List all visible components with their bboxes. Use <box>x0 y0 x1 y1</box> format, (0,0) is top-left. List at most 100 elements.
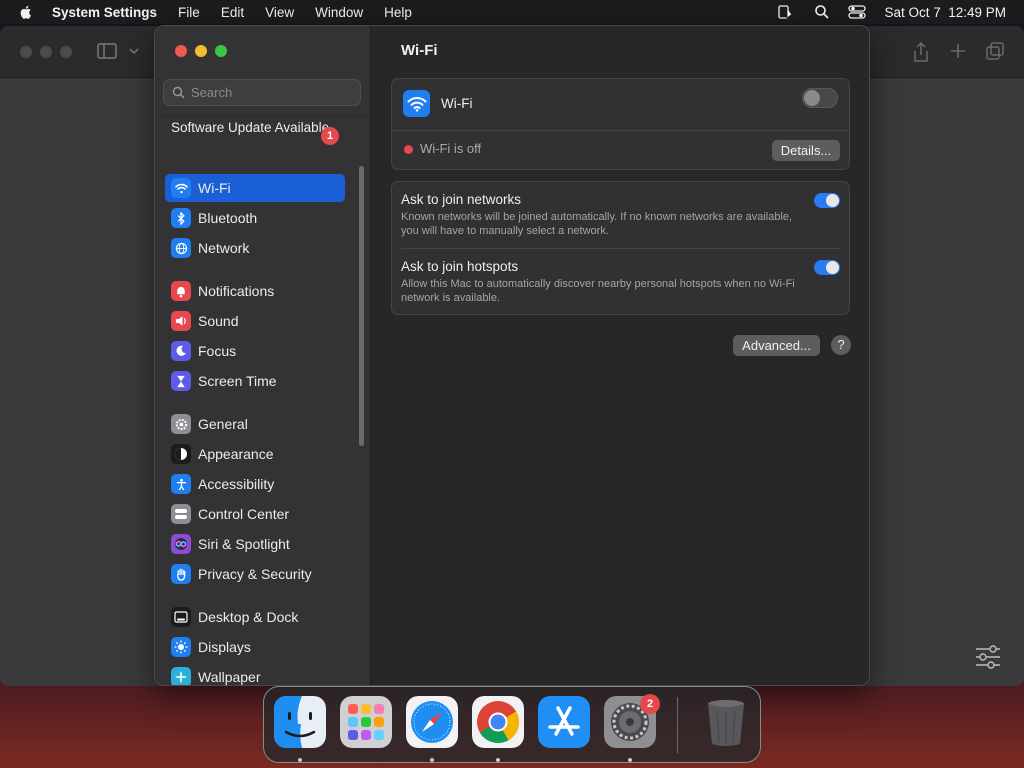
sidebar-divider <box>155 115 370 116</box>
finder-icon[interactable] <box>274 696 326 748</box>
sidebar-item-network[interactable]: Network <box>165 234 345 262</box>
wifi-panel: Wi-Fi Wi-Fi is off Details... <box>391 78 850 170</box>
control-center-toggle-icon[interactable] <box>848 4 867 20</box>
sidebar-item-label: Screen Time <box>198 373 277 389</box>
app-store-icon[interactable] <box>538 696 590 748</box>
filter-sliders-icon[interactable] <box>974 644 1002 670</box>
ask-hotspots-toggle[interactable] <box>814 260 840 275</box>
ask-hotspots-title: Ask to join hotspots <box>401 259 519 274</box>
sidebar-item-label: Control Center <box>198 506 290 522</box>
main-pane: Wi-Fi Wi-Fi Wi-Fi is off Details... Ask … <box>371 26 869 685</box>
sidebar-item-label: Focus <box>198 343 237 359</box>
moon-icon <box>171 341 191 361</box>
apple-logo-icon[interactable] <box>18 4 34 20</box>
sidebar-item-screen-time[interactable]: Screen Time <box>165 367 345 395</box>
launchpad-icon[interactable] <box>340 696 392 748</box>
sun-icon <box>171 637 191 657</box>
spotlight-search-icon[interactable] <box>814 4 830 20</box>
sidebar-item-label: Siri & Spotlight <box>198 536 290 552</box>
menubar-clock[interactable]: Sat Oct 7 12:49 PM <box>884 5 1006 20</box>
new-tab-icon[interactable] <box>947 40 969 62</box>
sidebar-item-label: Network <box>198 240 250 256</box>
wifi-toggle-knob <box>804 90 820 106</box>
page-title: Wi-Fi <box>401 42 438 59</box>
sidebar-item-desktop-dock[interactable]: Desktop & Dock <box>165 603 345 631</box>
sidebar-item-displays[interactable]: Displays <box>165 633 345 661</box>
app-menu[interactable]: System Settings <box>52 5 157 20</box>
help-button[interactable]: ? <box>831 335 851 355</box>
search-icon <box>172 86 185 99</box>
menu-help[interactable]: Help <box>384 5 412 20</box>
sidebar-item-label: Privacy & Security <box>198 566 312 582</box>
wifi-icon <box>171 178 191 198</box>
speaker-icon <box>171 311 191 331</box>
ask-hotspots-description: Allow this Mac to automatically discover… <box>401 278 795 304</box>
details-button[interactable]: Details... <box>772 140 840 161</box>
siri-icon <box>171 534 191 554</box>
chrome-icon[interactable] <box>472 696 524 748</box>
chrome-running-dot <box>496 758 500 762</box>
menu-edit[interactable]: Edit <box>221 5 244 20</box>
advanced-button[interactable]: Advanced... <box>733 335 820 356</box>
browser-zoom-dot[interactable] <box>60 46 72 58</box>
join-options-panel: Ask to join networks Known networks will… <box>391 181 850 315</box>
sidebar-item-wi-fi[interactable]: Wi-Fi <box>165 174 345 202</box>
sidebar-item-label: Appearance <box>198 446 274 462</box>
minimize-button[interactable] <box>195 45 207 57</box>
sidebar-item-label: Sound <box>198 313 239 329</box>
close-button[interactable] <box>175 45 187 57</box>
safari-icon[interactable] <box>406 696 458 748</box>
chevron-down-icon[interactable] <box>128 46 140 56</box>
sidebar-item-sound[interactable]: Sound <box>165 307 345 335</box>
search-field[interactable]: Search <box>163 79 361 106</box>
sidebar-item-general[interactable]: General <box>165 410 345 438</box>
panel-divider <box>392 130 849 131</box>
tab-overview-icon[interactable] <box>984 40 1006 62</box>
sidebar-item-appearance[interactable]: Appearance <box>165 440 345 468</box>
sidebar-item-siri-spotlight[interactable]: Siri & Spotlight <box>165 530 345 558</box>
dock-icon <box>171 607 191 627</box>
sidebar-item-privacy-security[interactable]: Privacy & Security <box>165 560 345 588</box>
system-settings-window: Search Software Update Available 1 Wi-Fi… <box>154 25 870 686</box>
keyboard-input-icon[interactable] <box>778 4 796 20</box>
sidebar-item-control-center[interactable]: Control Center <box>165 500 345 528</box>
search-placeholder: Search <box>191 85 233 100</box>
sidebar-item-label: Wallpaper <box>198 669 261 685</box>
ask-hotspots-toggle-knob <box>826 261 839 274</box>
browser-close-dot[interactable] <box>20 46 32 58</box>
menu-view[interactable]: View <box>265 5 294 20</box>
wifi-row-label: Wi-Fi <box>441 96 473 111</box>
sidebar-item-bluetooth[interactable]: Bluetooth <box>165 204 345 232</box>
trash-icon[interactable] <box>700 696 752 748</box>
bell-icon <box>171 281 191 301</box>
update-badge: 1 <box>321 127 339 145</box>
hourglass-icon <box>171 371 191 391</box>
browser-minimize-dot[interactable] <box>40 46 52 58</box>
sidebar-item-notifications[interactable]: Notifications <box>165 277 345 305</box>
sidebar-item-label: Notifications <box>198 283 275 299</box>
dock: 2 <box>263 686 761 763</box>
menu-file[interactable]: File <box>178 5 200 20</box>
wallpaper-icon <box>171 667 191 685</box>
sidebar-item-wallpaper[interactable]: Wallpaper <box>165 663 345 685</box>
share-icon[interactable] <box>910 40 932 64</box>
menu-window[interactable]: Window <box>315 5 363 20</box>
zoom-button[interactable] <box>215 45 227 57</box>
settings-dock-badge: 2 <box>640 694 660 714</box>
sidebar-item-label: Displays <box>198 639 251 655</box>
bluetooth-icon <box>171 208 191 228</box>
sidebar: Search Software Update Available 1 Wi-Fi… <box>155 26 371 685</box>
ask-networks-toggle[interactable] <box>814 193 840 208</box>
sidebar-item-focus[interactable]: Focus <box>165 337 345 365</box>
sidebar-toggle-icon[interactable] <box>96 40 118 62</box>
sidebar-scrollbar[interactable] <box>359 166 364 446</box>
ask-networks-toggle-knob <box>826 194 839 207</box>
sidebar-item-accessibility[interactable]: Accessibility <box>165 470 345 498</box>
status-dot <box>404 145 413 154</box>
wifi-logo-icon <box>403 90 430 117</box>
panel-divider <box>401 248 841 249</box>
globe-icon <box>171 238 191 258</box>
wifi-toggle[interactable] <box>802 88 838 108</box>
accessibility-icon <box>171 474 191 494</box>
ask-networks-title: Ask to join networks <box>401 192 522 207</box>
